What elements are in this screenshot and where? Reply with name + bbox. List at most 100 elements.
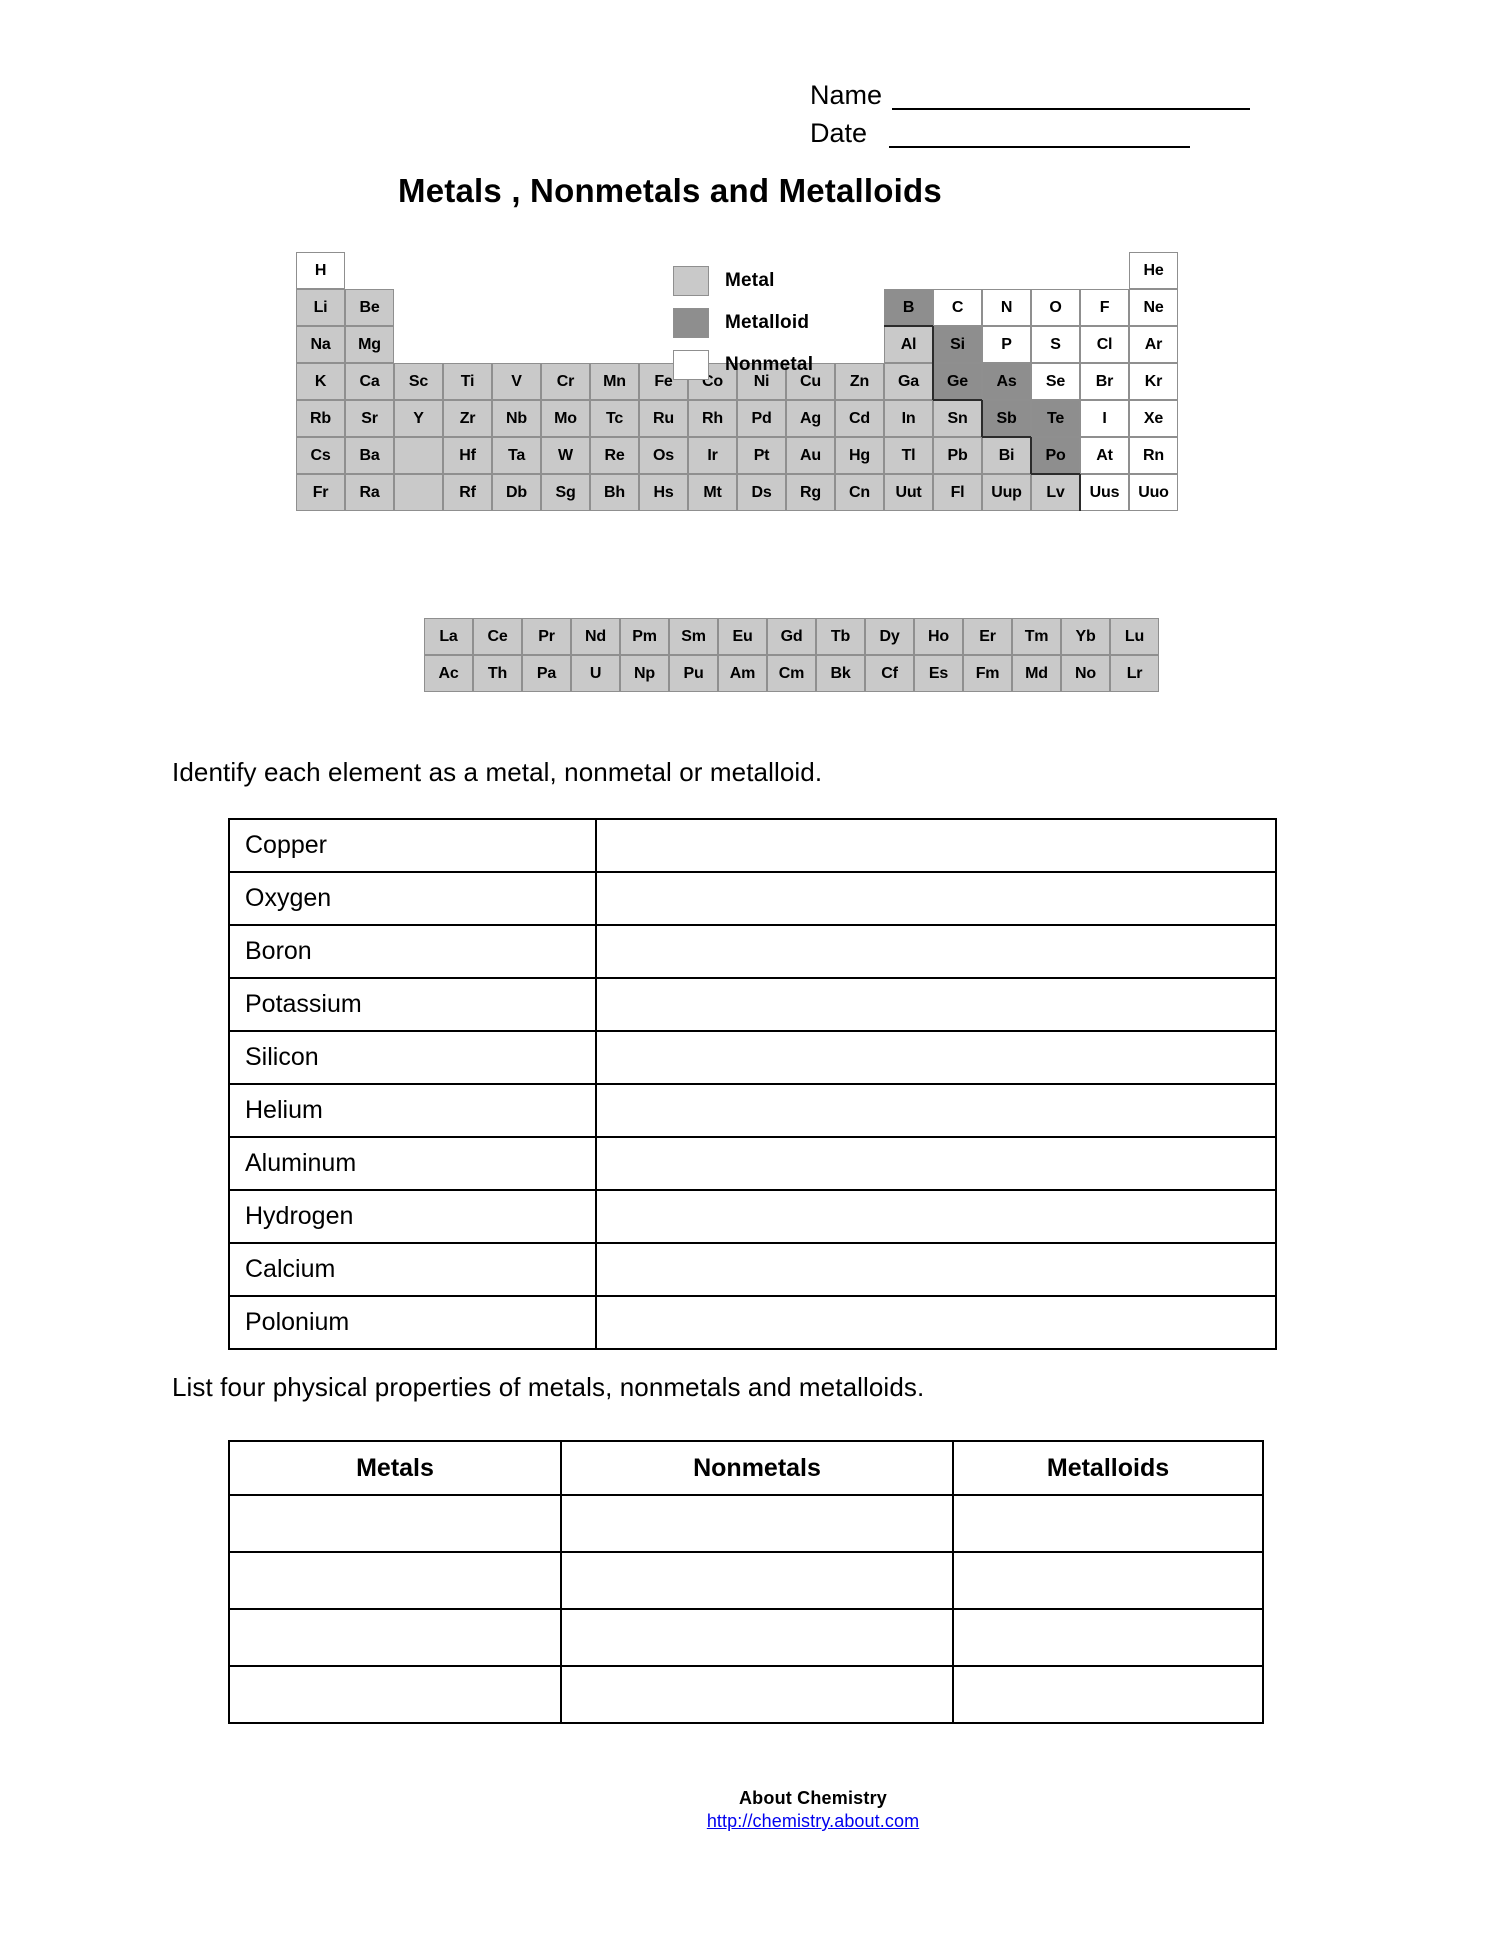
element-cell-Mt: Mt [688, 474, 737, 511]
property-answer-cell[interactable] [952, 1665, 1264, 1724]
element-name-cell: Helium [228, 1083, 597, 1138]
property-answer-cell[interactable] [952, 1608, 1264, 1667]
element-cell-Po: Po [1031, 437, 1080, 474]
property-answer-cell[interactable] [560, 1494, 954, 1553]
element-cell-Rb: Rb [296, 400, 345, 437]
element-cell-Pa: Pa [522, 655, 571, 692]
element-cell-Pr: Pr [522, 618, 571, 655]
staircase-segment-1 [884, 324, 933, 328]
property-answer-cell[interactable] [228, 1665, 562, 1724]
element-answer-cell[interactable] [595, 977, 1277, 1032]
element-answer-cell[interactable] [595, 1295, 1277, 1350]
element-symbol: Zr [459, 409, 476, 427]
element-symbol: Uup [991, 483, 1022, 501]
element-answer-cell[interactable] [595, 924, 1277, 979]
property-answer-cell[interactable] [560, 1665, 954, 1724]
property-answer-cell[interactable] [952, 1494, 1264, 1553]
element-symbol: Pa [536, 664, 557, 682]
element-cell-Cf: Cf [865, 655, 914, 692]
element-answer-cell[interactable] [595, 1083, 1277, 1138]
element-symbol: Sc [408, 372, 429, 390]
element-symbol: Cr [556, 372, 575, 390]
element-symbol: U [589, 664, 602, 682]
element-symbol: Be [359, 298, 380, 316]
element-symbol: Rh [702, 409, 723, 427]
element-cell-Th: Th [473, 655, 522, 692]
element-answer-cell[interactable] [595, 1030, 1277, 1085]
element-symbol: At [1096, 446, 1113, 464]
element-cell-Be: Be [345, 289, 394, 326]
property-answer-cell[interactable] [228, 1494, 562, 1553]
element-cell-empty [394, 474, 443, 511]
footer-source-link[interactable]: http://chemistry.about.com [653, 1811, 973, 1832]
element-symbol: Zn [849, 372, 870, 390]
property-answer-cell[interactable] [952, 1551, 1264, 1610]
date-label: Date [810, 118, 868, 148]
element-cell-Np: Np [620, 655, 669, 692]
element-cell-Sb: Sb [982, 400, 1031, 437]
element-cell-Ce: Ce [473, 618, 522, 655]
element-symbol: Tc [605, 409, 624, 427]
element-cell-Rg: Rg [786, 474, 835, 511]
staircase-segment-7 [1031, 472, 1080, 476]
property-answer-cell[interactable] [560, 1608, 954, 1667]
element-symbol: Rb [310, 409, 331, 427]
element-name-cell: Copper [228, 818, 597, 873]
element-answer-cell[interactable] [595, 818, 1277, 873]
property-answer-cell[interactable] [228, 1608, 562, 1667]
element-cell-Rf: Rf [443, 474, 492, 511]
element-answer-cell[interactable] [595, 871, 1277, 926]
date-write-line[interactable] [889, 124, 1190, 148]
element-symbol: Ar [1144, 335, 1163, 353]
table-row [228, 1494, 1264, 1553]
table-row: Potassium [228, 977, 1277, 1032]
element-cell-Fm: Fm [963, 655, 1012, 692]
element-cell-Hf: Hf [443, 437, 492, 474]
staircase-segment-8 [1078, 474, 1082, 511]
element-cell-Cd: Cd [835, 400, 884, 437]
element-answer-cell[interactable] [595, 1136, 1277, 1191]
staircase-segment-2 [931, 326, 935, 400]
footer: About Chemistry http://chemistry.about.c… [653, 1788, 973, 1832]
element-cell-Re: Re [590, 437, 639, 474]
element-cell-K: K [296, 363, 345, 400]
element-name-cell: Silicon [228, 1030, 597, 1085]
element-cell-Pt: Pt [737, 437, 786, 474]
element-symbol: Ta [507, 446, 526, 464]
element-symbol: Cn [849, 483, 870, 501]
element-symbol: Mg [358, 335, 381, 353]
question-2-instruction: List four physical properties of metals,… [172, 1372, 925, 1402]
element-symbol: Ge [947, 372, 968, 390]
element-symbol: Lr [1126, 664, 1143, 682]
element-symbol: Ho [928, 627, 949, 645]
element-symbol: Cm [778, 664, 805, 682]
column-header-metalloids: Metalloids [952, 1440, 1264, 1496]
element-symbol: Sn [947, 409, 968, 427]
element-answer-cell[interactable] [595, 1242, 1277, 1297]
element-cell-Md: Md [1012, 655, 1061, 692]
element-cell-Am: Am [718, 655, 767, 692]
element-cell-Cl: Cl [1080, 326, 1129, 363]
property-answer-cell[interactable] [560, 1551, 954, 1610]
element-symbol: Uut [895, 483, 922, 501]
element-cell-S: S [1031, 326, 1080, 363]
element-symbol: Fe [654, 372, 673, 390]
element-symbol: Lu [1124, 627, 1145, 645]
element-cell-Pm: Pm [620, 618, 669, 655]
element-symbol: Ra [359, 483, 380, 501]
property-answer-cell[interactable] [228, 1551, 562, 1610]
name-write-line[interactable] [892, 86, 1250, 110]
element-symbol: Pb [947, 446, 968, 464]
element-answer-cell[interactable] [595, 1189, 1277, 1244]
element-symbol: Ti [460, 372, 475, 390]
legend-row-metal: Metal [673, 260, 813, 302]
element-symbol: Sr [361, 409, 378, 427]
element-cell-Lu: Lu [1110, 618, 1159, 655]
footer-source-name: About Chemistry [738, 1788, 887, 1808]
element-cell-Ge: Ge [933, 363, 982, 400]
element-symbol: Na [310, 335, 331, 353]
element-name-cell: Calcium [228, 1242, 597, 1297]
element-symbol: Fl [950, 483, 965, 501]
legend-label: Metal [725, 270, 775, 291]
element-cell-Yb: Yb [1061, 618, 1110, 655]
